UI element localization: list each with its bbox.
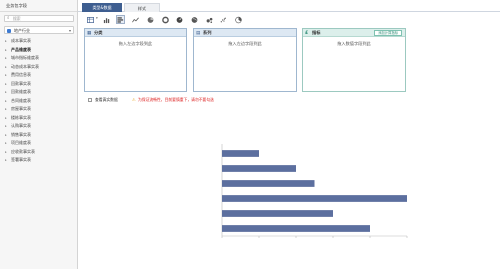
- sidebar-item-label: 认购事实表: [11, 123, 31, 128]
- category-panel-title: 分类: [94, 30, 103, 35]
- radar-chart-icon[interactable]: [234, 15, 243, 24]
- table-list: ▸ 成本事实表 ▸ 产品维度表 ▸ 城市指标维度表 ▸ 动态成本事实表 ▸ 费用信息表 ▸ 回款事实表…: [0, 37, 78, 165]
- pie-chart-icon[interactable]: [146, 15, 155, 24]
- add-calculated-metric-button[interactable]: 添加计算指标: [374, 30, 402, 36]
- donut-chart-icon[interactable]: [161, 15, 170, 24]
- sidebar-item[interactable]: ▸ 认购事实表: [0, 122, 78, 131]
- sidebar-item[interactable]: ▸ 成本事实表: [0, 37, 78, 46]
- series-drop-hint: 拖入左边字段到此: [228, 41, 262, 46]
- bar-chart-icon[interactable]: [116, 15, 125, 24]
- real-data-checkbox[interactable]: [88, 97, 92, 102]
- dataset-cube-icon: [7, 28, 11, 33]
- warning-icon: ⚠: [132, 97, 136, 102]
- bubble-chart-icon[interactable]: [205, 15, 214, 24]
- chevron-down-icon[interactable]: ▾: [69, 27, 71, 34]
- metric-panel-title: 指标: [312, 30, 321, 35]
- category-panel-header: ▦ 分类: [85, 29, 186, 37]
- sidebar-item-label: 回款维度表: [11, 89, 31, 94]
- report-designer: 业务包字段 ⌕ 搜索 地产行业 ▾ ▸ 成本事实表 ▸ 产品维度表 ▸ 城市指标维度表 ▸ 动…: [0, 0, 500, 269]
- real-data-label: 查看真实数据: [95, 97, 118, 102]
- sidebar-item-label: 产品维度表: [11, 46, 31, 52]
- sidebar-item[interactable]: ▸ 回款维度表: [0, 88, 78, 97]
- category-drop-hint: 拖入左边字段到此: [118, 41, 153, 46]
- sidebar-item-label: 合同维度表: [11, 97, 31, 103]
- sidebar-item[interactable]: ▸ 项目维度表: [0, 139, 78, 148]
- scatter-chart-icon[interactable]: [219, 15, 228, 24]
- map-chart-icon[interactable]: [190, 15, 199, 24]
- designer-tabs: 类型&数据 样式: [78, 0, 500, 12]
- sidebar-item-label: 应收款事实表: [11, 148, 35, 154]
- metric-icon: £: [305, 30, 309, 36]
- chevron-down-icon[interactable]: ▾: [96, 16, 98, 20]
- column-chart-icon[interactable]: [102, 15, 111, 24]
- sidebar-item-label: 项目维度表: [11, 140, 31, 145]
- field-sidebar: 业务包字段 ⌕ 搜索 地产行业 ▾ ▸ 成本事实表 ▸ 产品维度表 ▸ 城市指标维度表 ▸ 动…: [0, 0, 78, 269]
- sidebar-item[interactable]: ▸ 产品维度表: [0, 46, 78, 55]
- search-placeholder: 搜索: [13, 16, 21, 21]
- chart-bar[interactable]: [222, 195, 407, 202]
- metric-panel-header: £ 指标 添加计算指标: [303, 29, 405, 37]
- dataset-select[interactable]: 地产行业 ▾: [4, 26, 74, 34]
- line-chart-icon[interactable]: [131, 15, 140, 24]
- sidebar-item[interactable]: ▸ 签署事实表: [0, 156, 78, 165]
- sidebar-item-label: 动态成本事实表: [11, 63, 39, 69]
- sidebar-title: 业务包字段: [0, 0, 77, 12]
- sidebar-item-label: 销售事实表: [11, 131, 31, 137]
- chart-bar[interactable]: [222, 180, 315, 187]
- chart-bar[interactable]: [222, 210, 333, 217]
- bar-chart-preview: [221, 144, 408, 238]
- sidebar-item-label: 城市指标维度表: [11, 55, 39, 60]
- metric-drop-hint: 拖入数值字段到此: [337, 41, 371, 46]
- sidebar-item[interactable]: ▸ 合同维度表: [0, 97, 78, 106]
- series-drop-panel[interactable]: ▤ 系列 拖入左边字段到此: [193, 28, 297, 92]
- sidebar-item[interactable]: ▸ 应收款事实表: [0, 148, 78, 157]
- series-panel-title: 系列: [203, 30, 212, 35]
- sidebar-item-label: 费用信息表: [11, 72, 31, 77]
- tab-style[interactable]: 样式: [124, 3, 160, 12]
- sidebar-item[interactable]: ▸ 回款事实表: [0, 80, 78, 89]
- sidebar-item[interactable]: ▸ 动态成本事实表: [0, 63, 78, 72]
- chart-bar[interactable]: [222, 150, 259, 157]
- sidebar-item[interactable]: ▸ 销售事实表: [0, 131, 78, 140]
- category-drop-panel[interactable]: ▦ 分类 拖入左边字段到此: [84, 28, 187, 92]
- sidebar-item[interactable]: ▸ 费用信息表: [0, 71, 78, 80]
- sidebar-item-label: 签署事实表: [11, 157, 31, 162]
- sidebar-item[interactable]: ▸ 房屋事实表: [0, 105, 78, 114]
- dataset-selected-value: 地产行业: [14, 28, 30, 33]
- sidebar-item-label: 回款事实表: [11, 80, 31, 86]
- sidebar-item-label: 楼栋事实表: [11, 114, 31, 120]
- chart-bar[interactable]: [222, 225, 370, 232]
- tab-type-data[interactable]: 类型&数据: [82, 3, 122, 12]
- sidebar-item-label: 房屋事实表: [11, 106, 31, 111]
- grid-icon: ▦: [87, 30, 92, 36]
- sidebar-item[interactable]: ▸ 城市指标维度表: [0, 54, 78, 63]
- sidebar-item[interactable]: ▸ 楼栋事实表: [0, 114, 78, 123]
- gauge-chart-icon[interactable]: [175, 15, 184, 24]
- table-icon[interactable]: [86, 15, 95, 24]
- list-icon: ▤: [196, 30, 201, 36]
- metric-drop-panel[interactable]: £ 指标 添加计算指标 拖入数值字段到此: [302, 28, 406, 92]
- chart-bar[interactable]: [222, 165, 296, 172]
- field-search-input[interactable]: ⌕ 搜索: [4, 15, 74, 22]
- chart-type-toolbar: ▾: [78, 13, 500, 26]
- sidebar-item-label: 成本事实表: [11, 38, 31, 43]
- series-panel-header: ▤ 系列: [194, 29, 296, 37]
- performance-warning: 为保证流畅性，目前要慎重下，请勿不要勾选: [138, 97, 214, 102]
- search-icon: ⌕: [7, 16, 10, 21]
